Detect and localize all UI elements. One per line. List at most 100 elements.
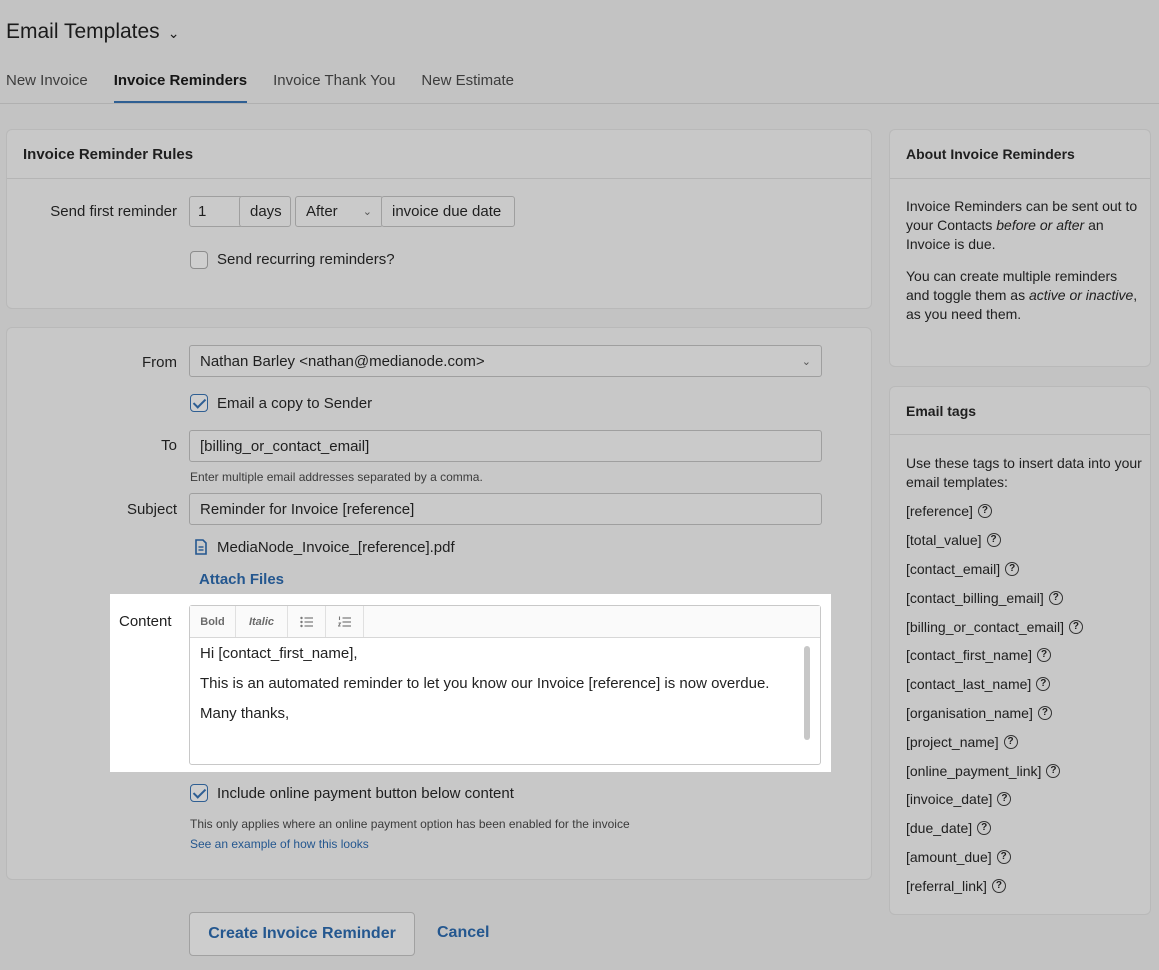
tag-label: [organisation_name] — [906, 704, 1033, 721]
page-title[interactable]: Email Templates ⌄ — [6, 20, 179, 44]
tab-new-invoice[interactable]: New Invoice — [6, 70, 88, 104]
help-icon[interactable]: ? — [986, 533, 1001, 548]
help-icon[interactable]: ? — [977, 504, 992, 519]
tag-label: [billing_or_contact_email] — [906, 618, 1064, 635]
timing-suffix-label: invoice due date — [381, 196, 515, 227]
tag-label: [invoice_date] — [906, 791, 993, 808]
rules-panel-title: Invoice Reminder Rules — [7, 130, 871, 179]
payment-button-label: Include online payment button below cont… — [217, 785, 514, 802]
chevron-down-icon: ⌄ — [167, 24, 180, 41]
tag-item[interactable]: [amount_due]? — [906, 843, 1146, 872]
to-input[interactable]: [billing_or_contact_email] — [189, 430, 822, 462]
chevron-down-icon: ⌄ — [801, 355, 811, 368]
from-select[interactable]: Nathan Barley <nathan@medianode.com> ⌄ — [189, 345, 822, 377]
subject-input[interactable]: Reminder for Invoice [reference] — [189, 493, 822, 525]
content-line: Hi [contact_first_name], — [200, 645, 358, 662]
to-input-value: [billing_or_contact_email] — [200, 437, 370, 455]
tag-label: [contact_billing_email] — [906, 589, 1044, 606]
tag-item[interactable]: [contact_first_name]? — [906, 641, 1146, 670]
content-editor-area: Content Bold Italic Hi [contact_first_na… — [110, 594, 831, 772]
tag-label: [contact_last_name] — [906, 676, 1032, 693]
tag-list: [reference]? [total_value]? [contact_email… — [906, 497, 1146, 900]
tags-intro: Use these tags to insert data into your … — [906, 455, 1142, 490]
help-icon[interactable]: ? — [996, 849, 1011, 864]
editor-scrollbar[interactable] — [804, 646, 810, 740]
tag-item[interactable]: [contact_billing_email]? — [906, 583, 1146, 612]
chevron-down-icon: ⌄ — [362, 206, 372, 218]
help-icon[interactable]: ? — [1037, 705, 1052, 720]
editor-toolbar: Bold Italic — [190, 606, 820, 638]
help-icon[interactable]: ? — [1037, 648, 1052, 663]
tag-item[interactable]: [online_payment_link]? — [906, 756, 1146, 785]
tag-item[interactable]: [referral_link]? — [906, 871, 1146, 900]
tag-label: [project_name] — [906, 733, 999, 750]
from-select-value: Nathan Barley <nathan@medianode.com> — [200, 352, 485, 370]
bold-button[interactable]: Bold — [190, 606, 236, 637]
about-emphasis: before or after — [996, 217, 1085, 233]
help-icon[interactable]: ? — [1046, 763, 1061, 778]
email-tags-panel: Email tags Use these tags to insert data… — [889, 386, 1151, 915]
help-icon[interactable]: ? — [1005, 561, 1020, 576]
to-hint: Enter multiple email addresses separated… — [190, 470, 483, 484]
days-unit-label: days — [239, 196, 291, 227]
tag-item[interactable]: [billing_or_contact_email]? — [906, 612, 1146, 641]
help-icon[interactable]: ? — [1036, 677, 1051, 692]
tabs-divider — [0, 103, 1159, 104]
help-icon[interactable]: ? — [991, 878, 1006, 893]
bullet-list-button[interactable] — [288, 606, 326, 637]
timing-select-value: After — [306, 203, 338, 220]
tag-label: [referral_link] — [906, 877, 987, 894]
send-first-reminder-label: Send first reminder — [50, 203, 177, 220]
to-label: To — [161, 437, 177, 454]
tag-label: [online_payment_link] — [906, 762, 1042, 779]
cancel-link[interactable]: Cancel — [437, 924, 489, 942]
timing-select[interactable]: After ⌄ — [295, 196, 383, 227]
payment-button-checkbox[interactable] — [190, 784, 208, 802]
tag-item[interactable]: [project_name]? — [906, 727, 1146, 756]
tag-item[interactable]: [total_value]? — [906, 526, 1146, 555]
tab-invoice-reminders[interactable]: Invoice Reminders — [113, 70, 248, 104]
editor-body[interactable]: Hi [contact_first_name], This is an auto… — [190, 638, 820, 740]
tag-item[interactable]: [due_date]? — [906, 814, 1146, 843]
page-title-text: Email Templates — [6, 20, 160, 43]
tag-item[interactable]: [invoice_date]? — [906, 785, 1146, 814]
help-icon[interactable]: ? — [997, 792, 1012, 807]
bullet-list-icon — [299, 616, 313, 627]
tab-new-estimate[interactable]: New Estimate — [421, 70, 514, 104]
tag-label: [reference] — [906, 503, 973, 520]
tag-item[interactable]: [contact_last_name]? — [906, 670, 1146, 699]
attachment-file[interactable]: MediaNode_Invoice_[reference].pdf — [217, 539, 455, 556]
days-input[interactable]: 1 — [189, 196, 243, 227]
subject-label: Subject — [126, 501, 177, 518]
subject-input-value: Reminder for Invoice [reference] — [200, 500, 415, 518]
copy-sender-checkbox[interactable] — [190, 394, 208, 412]
italic-button[interactable]: Italic — [236, 606, 288, 637]
tab-invoice-thank-you[interactable]: Invoice Thank You — [273, 70, 395, 104]
attach-files-link[interactable]: Attach Files — [199, 571, 284, 588]
recurring-reminders-label: Send recurring reminders? — [217, 251, 395, 268]
reminder-rules-panel: Invoice Reminder Rules Send first remind… — [6, 129, 872, 309]
help-icon[interactable]: ? — [977, 821, 992, 836]
numbered-list-button[interactable] — [326, 606, 364, 637]
help-icon[interactable]: ? — [1048, 590, 1063, 605]
about-emphasis: active or inactive — [1028, 287, 1134, 303]
tags-panel-title: Email tags — [890, 387, 1150, 435]
payment-hint: This only applies where an online paymen… — [190, 817, 630, 831]
tag-item[interactable]: [organisation_name]? — [906, 699, 1146, 728]
tag-item[interactable]: [contact_email]? — [906, 555, 1146, 584]
example-link[interactable]: See an example of how this looks — [190, 837, 369, 851]
tag-label: [contact_first_name] — [906, 647, 1033, 664]
about-panel-title: About Invoice Reminders — [890, 130, 1150, 179]
tag-label: [total_value] — [906, 532, 982, 549]
tag-label: [due_date] — [906, 820, 973, 837]
help-icon[interactable]: ? — [1068, 619, 1083, 634]
recurring-reminders-checkbox[interactable] — [190, 251, 208, 269]
days-input-value: 1 — [198, 203, 207, 220]
content-line: This is an automated reminder to let you… — [200, 675, 770, 692]
create-reminder-button[interactable]: Create Invoice Reminder — [189, 912, 415, 956]
content-line: Many thanks, — [200, 705, 290, 722]
help-icon[interactable]: ? — [1003, 734, 1018, 749]
content-editor[interactable]: Bold Italic Hi [contact_first_name], Thi… — [189, 605, 821, 765]
content-label: Content — [119, 613, 172, 630]
tag-item[interactable]: [reference]? — [906, 497, 1146, 526]
